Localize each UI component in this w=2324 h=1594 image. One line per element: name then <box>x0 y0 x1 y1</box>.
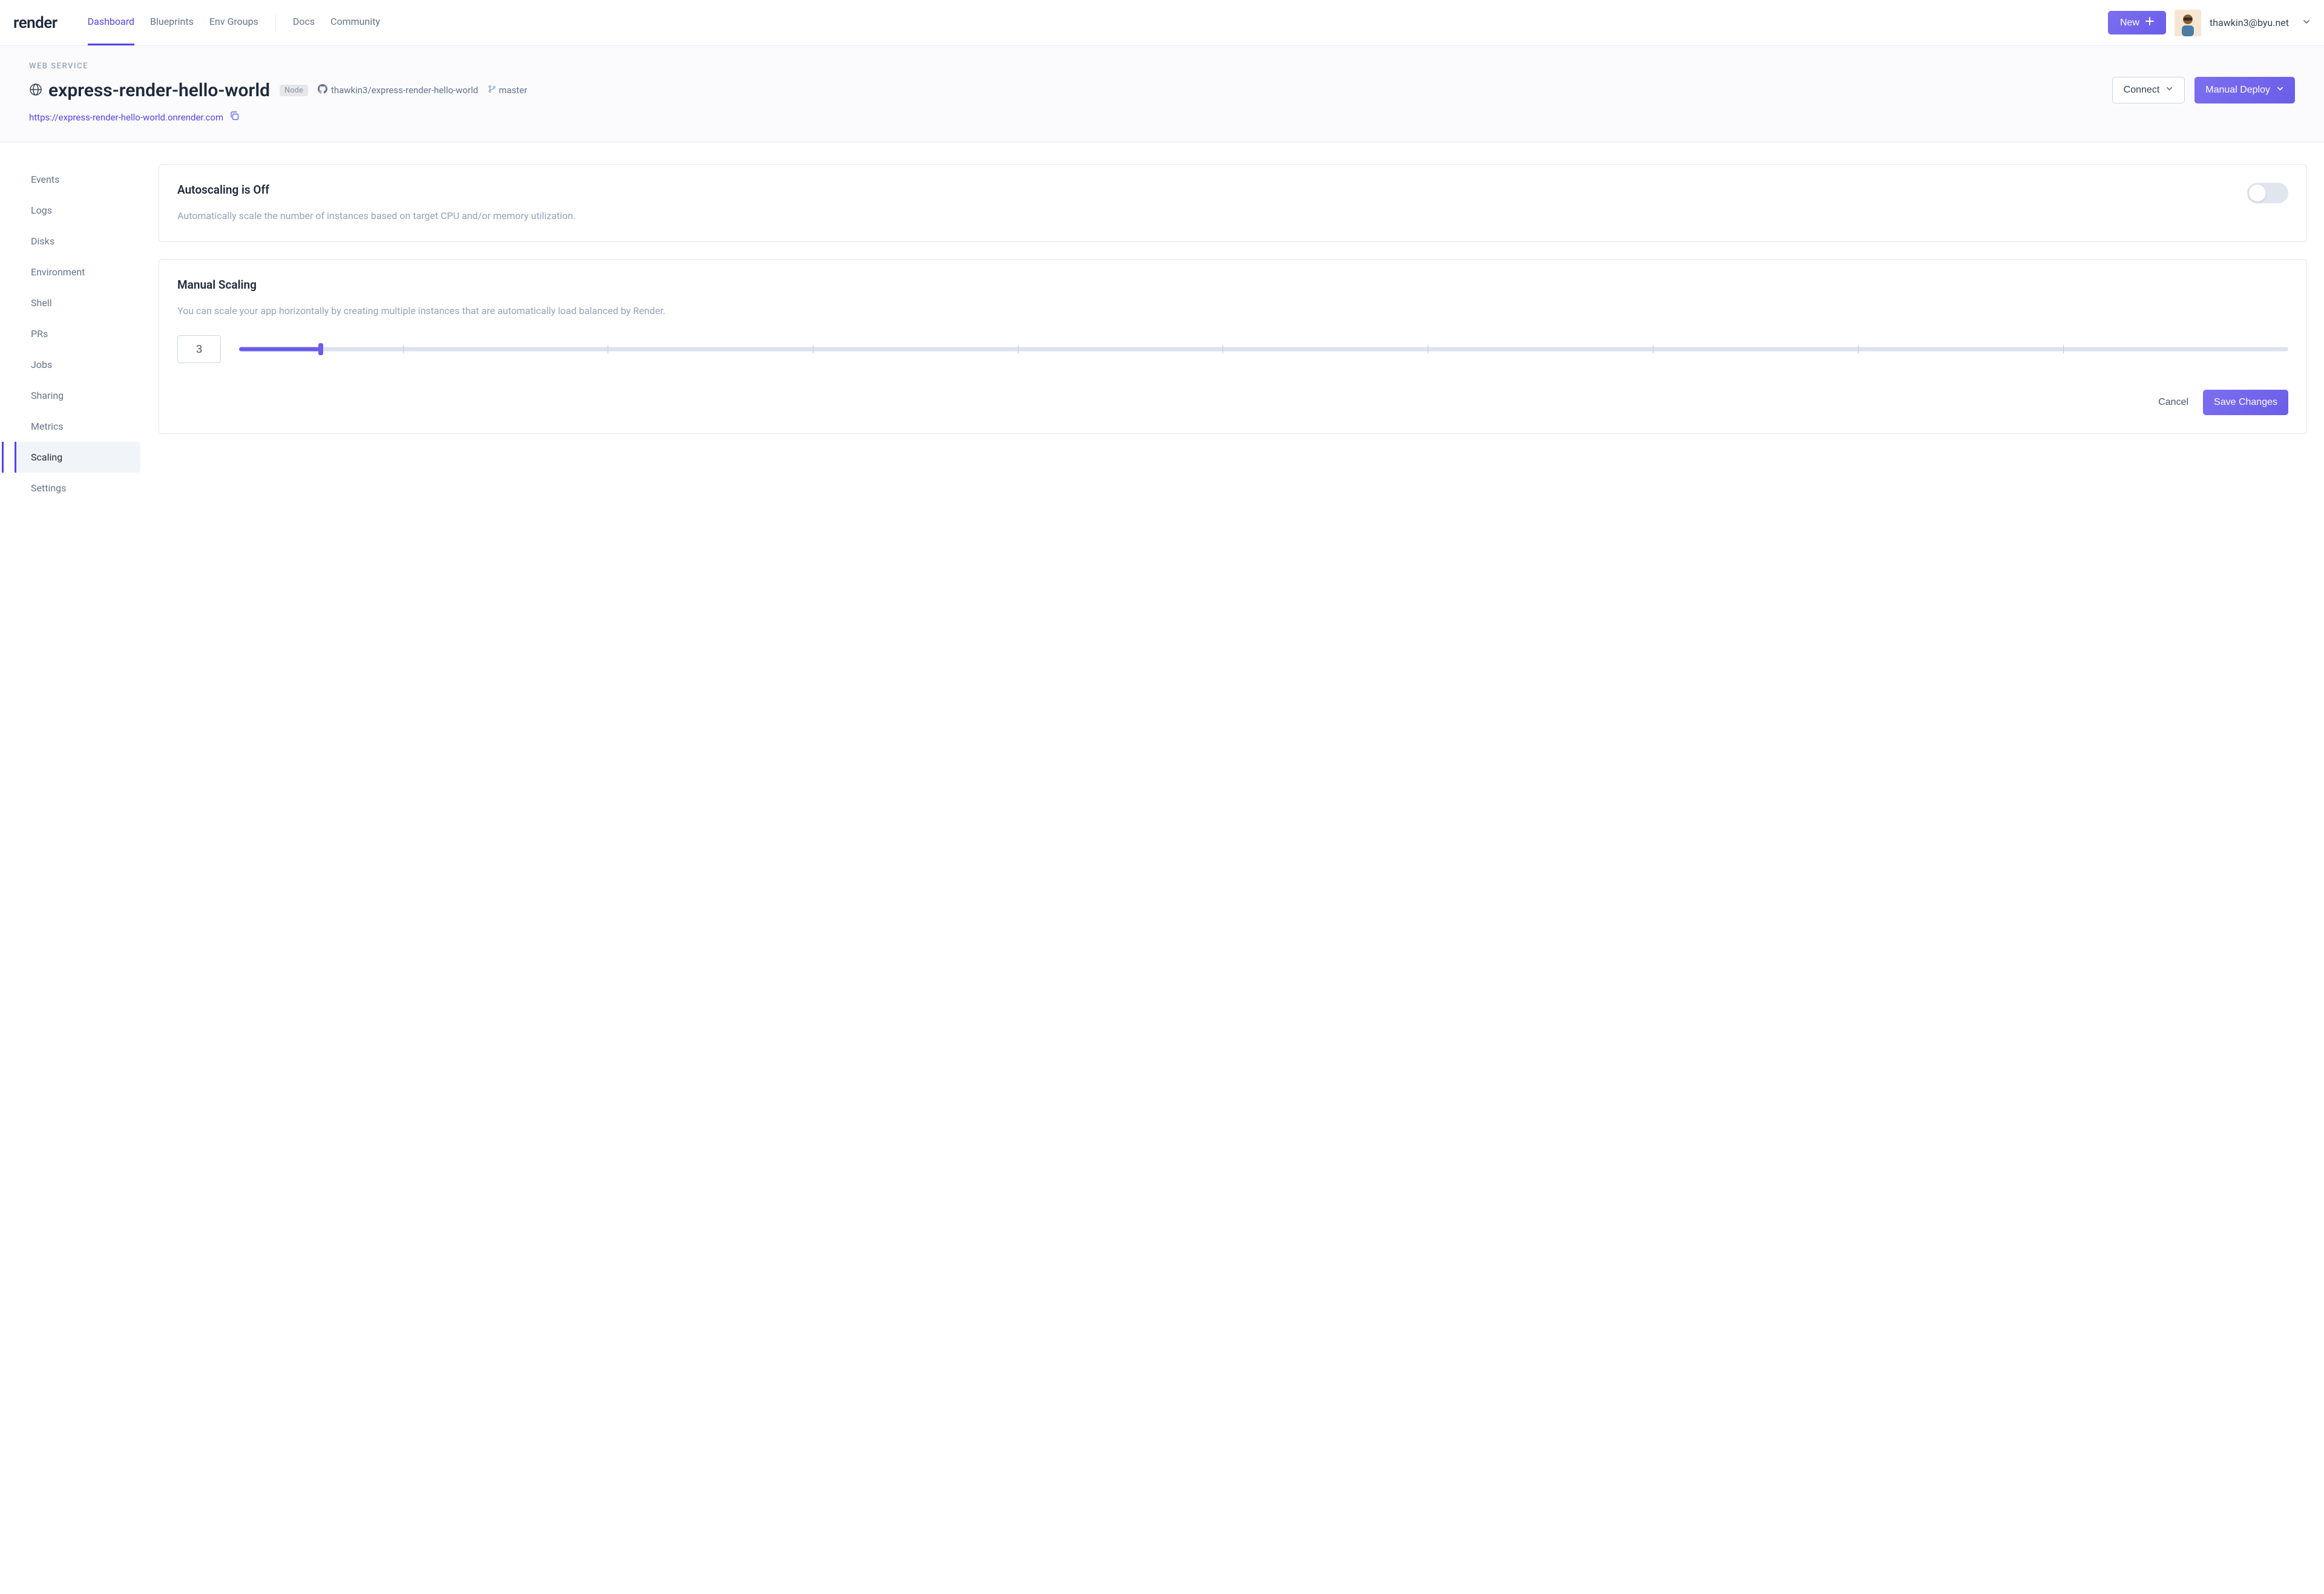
primary-nav: Dashboard Blueprints Env Groups <box>88 0 258 45</box>
user-menu-chevron-icon[interactable] <box>2302 17 2311 28</box>
nav-env-groups[interactable]: Env Groups <box>209 0 258 45</box>
new-button[interactable]: New <box>2108 11 2166 34</box>
sidebar-item-settings[interactable]: Settings <box>0 473 140 503</box>
avatar[interactable] <box>2175 10 2201 36</box>
secondary-nav: Docs Community <box>293 0 380 45</box>
save-changes-button[interactable]: Save Changes <box>2203 390 2288 415</box>
autoscaling-toggle[interactable] <box>2247 183 2288 203</box>
nav-divider <box>275 15 276 31</box>
sidebar-item-prs[interactable]: PRs <box>0 318 140 349</box>
chevron-down-icon <box>2276 85 2284 96</box>
runtime-badge: Node <box>280 85 308 96</box>
title-actions: Connect Manual Deploy <box>2112 77 2295 103</box>
new-button-label: New <box>2120 18 2139 28</box>
nav-community[interactable]: Community <box>330 0 380 45</box>
logo[interactable]: render <box>13 14 57 32</box>
sidebar-item-scaling[interactable]: Scaling <box>15 442 140 473</box>
manual-scaling-card: Manual Scaling You can scale your app ho… <box>159 259 2307 434</box>
sidebar-item-events[interactable]: Events <box>0 164 140 195</box>
layout: Events Logs Disks Environment Shell PRs … <box>0 142 2324 518</box>
branch-link[interactable]: master <box>488 85 527 96</box>
toggle-knob <box>2249 185 2266 202</box>
repo-name: thawkin3/express-render-hello-world <box>331 85 478 96</box>
service-header: WEB SERVICE express-render-hello-world N… <box>0 46 2324 142</box>
slider-fill <box>239 347 321 352</box>
sidebar-item-metrics[interactable]: Metrics <box>0 411 140 442</box>
sidebar-item-jobs[interactable]: Jobs <box>0 349 140 380</box>
instance-slider[interactable] <box>239 344 2288 355</box>
slider-tick <box>1858 345 1859 353</box>
deploy-label: Manual Deploy <box>2205 85 2270 96</box>
globe-icon <box>29 80 42 101</box>
content: Autoscaling is Off Automatically scale t… <box>140 164 2307 503</box>
slider-tick <box>2063 345 2064 353</box>
sidebar-item-environment[interactable]: Environment <box>0 257 140 287</box>
nav-dashboard[interactable]: Dashboard <box>88 0 134 45</box>
nav-blueprints[interactable]: Blueprints <box>150 0 194 45</box>
repo-link[interactable]: thawkin3/express-render-hello-world <box>318 84 478 96</box>
service-url[interactable]: https://express-render-hello-world.onren… <box>29 112 223 123</box>
slider-tick <box>1018 345 1019 353</box>
manual-scaling-desc: You can scale your app horizontally by c… <box>177 304 2288 318</box>
user-email: thawkin3@byu.net <box>2210 17 2289 28</box>
chevron-down-icon <box>2165 85 2173 96</box>
branch-name: master <box>499 85 527 96</box>
branch-icon <box>488 85 496 96</box>
service-type-label: WEB SERVICE <box>29 62 2295 71</box>
connect-label: Connect <box>2124 85 2160 96</box>
url-row: https://express-render-hello-world.onren… <box>29 111 2295 123</box>
github-icon <box>318 84 327 96</box>
autoscaling-title: Autoscaling is Off <box>177 183 576 197</box>
instance-count-input[interactable] <box>177 335 221 363</box>
sidebar-item-sharing[interactable]: Sharing <box>0 380 140 411</box>
cancel-button[interactable]: Cancel <box>2158 397 2188 408</box>
slider-tick <box>403 345 404 353</box>
service-name: express-render-hello-world <box>48 80 270 101</box>
service-title: express-render-hello-world <box>29 80 270 101</box>
plus-icon <box>2145 17 2154 28</box>
autoscaling-card: Autoscaling is Off Automatically scale t… <box>159 164 2307 242</box>
card-actions: Cancel Save Changes <box>177 390 2288 415</box>
sidebar: Events Logs Disks Environment Shell PRs … <box>0 164 140 503</box>
copy-icon[interactable] <box>229 111 240 123</box>
header-right: New thawkin3@byu.net <box>2108 10 2311 36</box>
manual-scaling-title: Manual Scaling <box>177 278 2288 292</box>
sidebar-item-shell[interactable]: Shell <box>0 287 140 318</box>
autoscaling-desc: Automatically scale the number of instan… <box>177 209 576 223</box>
sidebar-item-logs[interactable]: Logs <box>0 195 140 226</box>
slider-track <box>239 347 2288 352</box>
scale-row <box>177 335 2288 363</box>
nav-docs[interactable]: Docs <box>293 0 315 45</box>
sidebar-item-disks[interactable]: Disks <box>0 226 140 257</box>
top-header: render Dashboard Blueprints Env Groups D… <box>0 0 2324 46</box>
slider-thumb[interactable] <box>318 343 323 355</box>
manual-deploy-button[interactable]: Manual Deploy <box>2194 77 2295 103</box>
connect-button[interactable]: Connect <box>2112 77 2185 103</box>
title-row: express-render-hello-world Node thawkin3… <box>29 77 2295 103</box>
